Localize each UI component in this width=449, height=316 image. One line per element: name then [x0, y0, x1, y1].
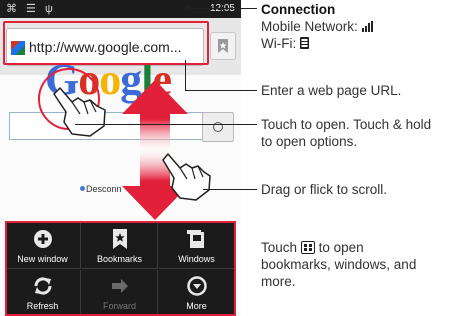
- status-bar: ⌘ ☰ ψ 12:05: [0, 0, 241, 18]
- callout-menu-post: to open: [318, 240, 364, 255]
- callout-connection: Connection Mobile Network: Wi-Fi:: [261, 1, 373, 52]
- wifi-label: Wi-Fi:: [261, 36, 297, 51]
- callout-menu-pre: Touch: [261, 240, 298, 255]
- connection-title: Connection: [261, 2, 336, 17]
- signal-bars-icon: [361, 21, 373, 32]
- callout-touch-line1: Touch to open. Touch & hold: [261, 117, 432, 132]
- wifi-icon: [300, 37, 309, 49]
- link-dot-icon: [80, 186, 85, 191]
- callout-line-scroll: [203, 189, 257, 190]
- disconnect-link-text: Desconn: [86, 184, 122, 194]
- callout-menu-line2: bookmarks, windows, and: [261, 257, 417, 272]
- bookmark-star-icon: [218, 39, 228, 53]
- callout-line-url: [185, 60, 186, 90]
- callout-menu: Touch to open bookmarks, windows, and mo…: [261, 239, 416, 290]
- search-button[interactable]: [202, 112, 234, 142]
- callout-menu-line1: Touch to open: [261, 239, 416, 256]
- menu-highlight-box: [5, 221, 236, 316]
- callout-line-touch: [75, 124, 257, 125]
- callout-menu-line3: more.: [261, 274, 296, 289]
- mobile-network-label: Mobile Network:: [261, 19, 358, 34]
- callout-dot: [185, 6, 189, 10]
- status-bar-left-icons: ⌘ ☰ ψ: [6, 3, 56, 15]
- menu-key-icon: [300, 241, 315, 254]
- phone-screenshot: ⌘ ☰ ψ 12:05 http://www.google.com... Goo…: [0, 0, 241, 316]
- callout-line-url: [185, 90, 257, 91]
- url-highlight-box: [3, 21, 209, 65]
- callout-scroll: Drag or flick to scroll.: [261, 182, 388, 197]
- disconnect-link[interactable]: Desconn: [80, 184, 122, 194]
- bookmark-button[interactable]: [210, 32, 236, 60]
- callout-touch-line2: to open options.: [261, 134, 358, 149]
- hand-pointer-icon: [53, 87, 106, 137]
- connection-wifi-row: Wi-Fi:: [261, 35, 373, 52]
- callout-touch: Touch to open. Touch & hold to open opti…: [261, 116, 431, 150]
- connection-mobile-row: Mobile Network:: [261, 18, 373, 35]
- callout-line-connection: [187, 8, 257, 9]
- callout-url: Enter a web page URL.: [261, 83, 402, 98]
- hand-pointer-icon: [162, 153, 211, 201]
